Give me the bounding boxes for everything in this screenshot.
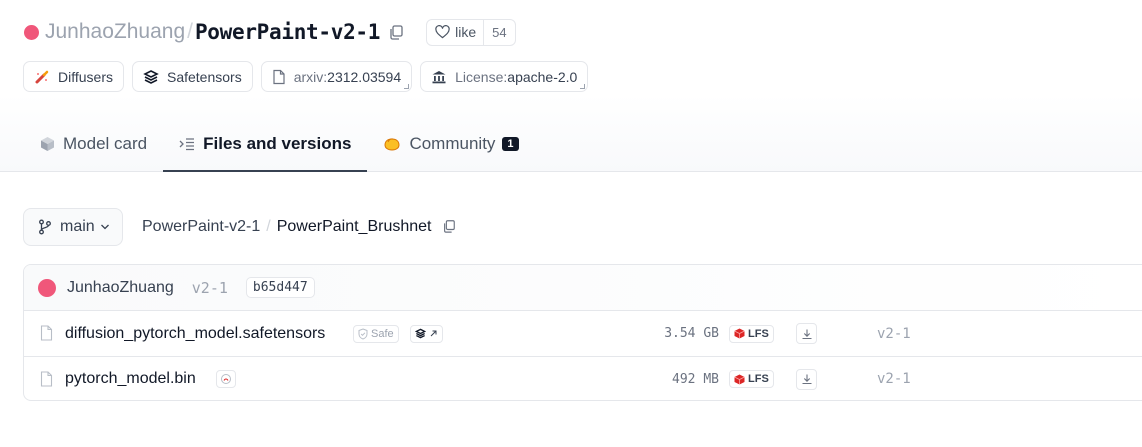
community-icon xyxy=(383,136,401,152)
pickle-scan-badge[interactable] xyxy=(216,370,236,388)
download-icon xyxy=(801,328,813,340)
safetensors-icon xyxy=(415,328,426,339)
repo-owner-link[interactable]: JunhaoZhuang xyxy=(45,20,185,44)
tag-prefix: arxiv: xyxy=(293,68,328,85)
breadcrumb-current[interactable]: PowerPaint_Brushnet xyxy=(277,218,432,236)
lfs-badge[interactable]: LFS xyxy=(729,324,774,343)
repo-path-separator: / xyxy=(187,20,193,43)
safe-label: Safe xyxy=(371,327,394,340)
file-row[interactable]: pytorch_model.bin 492 MB LFS v2-1 xyxy=(24,356,1142,400)
last-commit-row: JunhaoZhuang v2-1 b65d447 xyxy=(24,265,1142,311)
commit-branch: v2-1 xyxy=(191,278,228,297)
breadcrumb-root-link[interactable]: PowerPaint-v2-1 xyxy=(142,218,260,236)
file-table: JunhaoZhuang v2-1 b65d447 diffusion_pyto… xyxy=(23,264,1142,401)
tab-files-and-versions[interactable]: Files and versions xyxy=(163,118,368,172)
git-branch-icon xyxy=(38,219,52,235)
like-button[interactable]: like 54 xyxy=(426,18,516,46)
tag-label: Safetensors xyxy=(166,68,242,85)
file-icon xyxy=(40,371,53,392)
commit-hash-link[interactable]: b65d447 xyxy=(245,277,315,298)
tag-diffusers[interactable]: Diffusers xyxy=(23,61,124,92)
download-icon xyxy=(801,373,813,385)
tab-label: Files and versions xyxy=(203,134,352,153)
commit-author-link[interactable]: JunhaoZhuang xyxy=(67,279,174,297)
owner-avatar[interactable] xyxy=(24,24,39,40)
tab-label: Model card xyxy=(63,134,148,153)
commit-author-avatar[interactable] xyxy=(38,278,56,297)
lfs-label: LFS xyxy=(748,327,769,340)
files-icon xyxy=(179,137,195,151)
safe-badge[interactable]: Safe xyxy=(353,324,399,343)
copy-icon[interactable] xyxy=(388,24,404,40)
copy-path-icon[interactable] xyxy=(442,219,458,235)
discussion-count-badge: 1 xyxy=(502,137,519,151)
lfs-cube-icon xyxy=(734,328,745,339)
pickle-scan-icon xyxy=(220,373,232,385)
download-button[interactable] xyxy=(796,368,817,390)
lfs-badge[interactable]: LFS xyxy=(729,370,774,388)
download-button[interactable] xyxy=(796,323,817,344)
tab-label: Community xyxy=(409,134,496,153)
breadcrumb-separator: / xyxy=(266,218,271,235)
tab-model-card[interactable]: Model card xyxy=(24,118,163,170)
tag-arxiv[interactable]: arxiv: 2312.03594 xyxy=(260,61,413,92)
repo-tabs: Model card Files and versions Community … xyxy=(24,118,535,172)
file-name-link[interactable]: diffusion_pytorch_model.safetensors xyxy=(65,325,325,343)
file-name-link[interactable]: pytorch_model.bin xyxy=(65,370,196,388)
tag-license[interactable]: License: apache-2.0 xyxy=(420,61,589,92)
heart-icon xyxy=(435,25,450,39)
paper-icon xyxy=(272,69,286,85)
breadcrumb: PowerPaint-v2-1 / PowerPaint_Brushnet xyxy=(142,216,458,238)
file-commit-branch[interactable]: v2-1 xyxy=(877,326,911,342)
tag-prefix: License: xyxy=(455,68,508,85)
bank-icon xyxy=(431,69,447,85)
repo-name-link[interactable]: PowerPaint-v2-1 xyxy=(195,20,380,44)
branch-name: main xyxy=(60,218,95,235)
shield-icon xyxy=(358,327,368,340)
safetensors-icon xyxy=(143,69,159,85)
file-commit-branch[interactable]: v2-1 xyxy=(877,371,911,387)
repo-title-row: JunhaoZhuang / PowerPaint-v2-1 like 54 xyxy=(24,16,516,48)
diffusers-icon xyxy=(34,69,50,85)
repo-tags: Diffusers Safetensors arxiv: 2312.03594 L… xyxy=(23,61,589,92)
lfs-label: LFS xyxy=(748,373,769,385)
tag-value: apache-2.0 xyxy=(507,68,578,85)
file-size: 3.54 GB xyxy=(664,326,719,341)
branch-selector[interactable]: main xyxy=(23,208,123,246)
tag-corner xyxy=(580,84,586,89)
tag-safetensors[interactable]: Safetensors xyxy=(131,61,253,92)
safetensors-viewer-button[interactable] xyxy=(410,324,443,343)
file-row[interactable]: diffusion_pytorch_model.safetensors Safe… xyxy=(24,311,1142,356)
tag-label: Diffusers xyxy=(58,68,113,85)
file-size: 492 MB xyxy=(672,371,719,387)
like-label: like xyxy=(455,24,477,40)
lfs-cube-icon xyxy=(734,374,745,385)
external-link-icon xyxy=(429,329,438,338)
chevron-down-icon xyxy=(100,223,110,231)
tag-value: 2312.03594 xyxy=(327,68,402,85)
cube-icon xyxy=(40,136,55,152)
tag-corner xyxy=(404,84,410,89)
tab-community[interactable]: Community 1 xyxy=(367,118,534,170)
like-count[interactable]: 54 xyxy=(483,19,514,45)
file-icon xyxy=(40,325,53,346)
